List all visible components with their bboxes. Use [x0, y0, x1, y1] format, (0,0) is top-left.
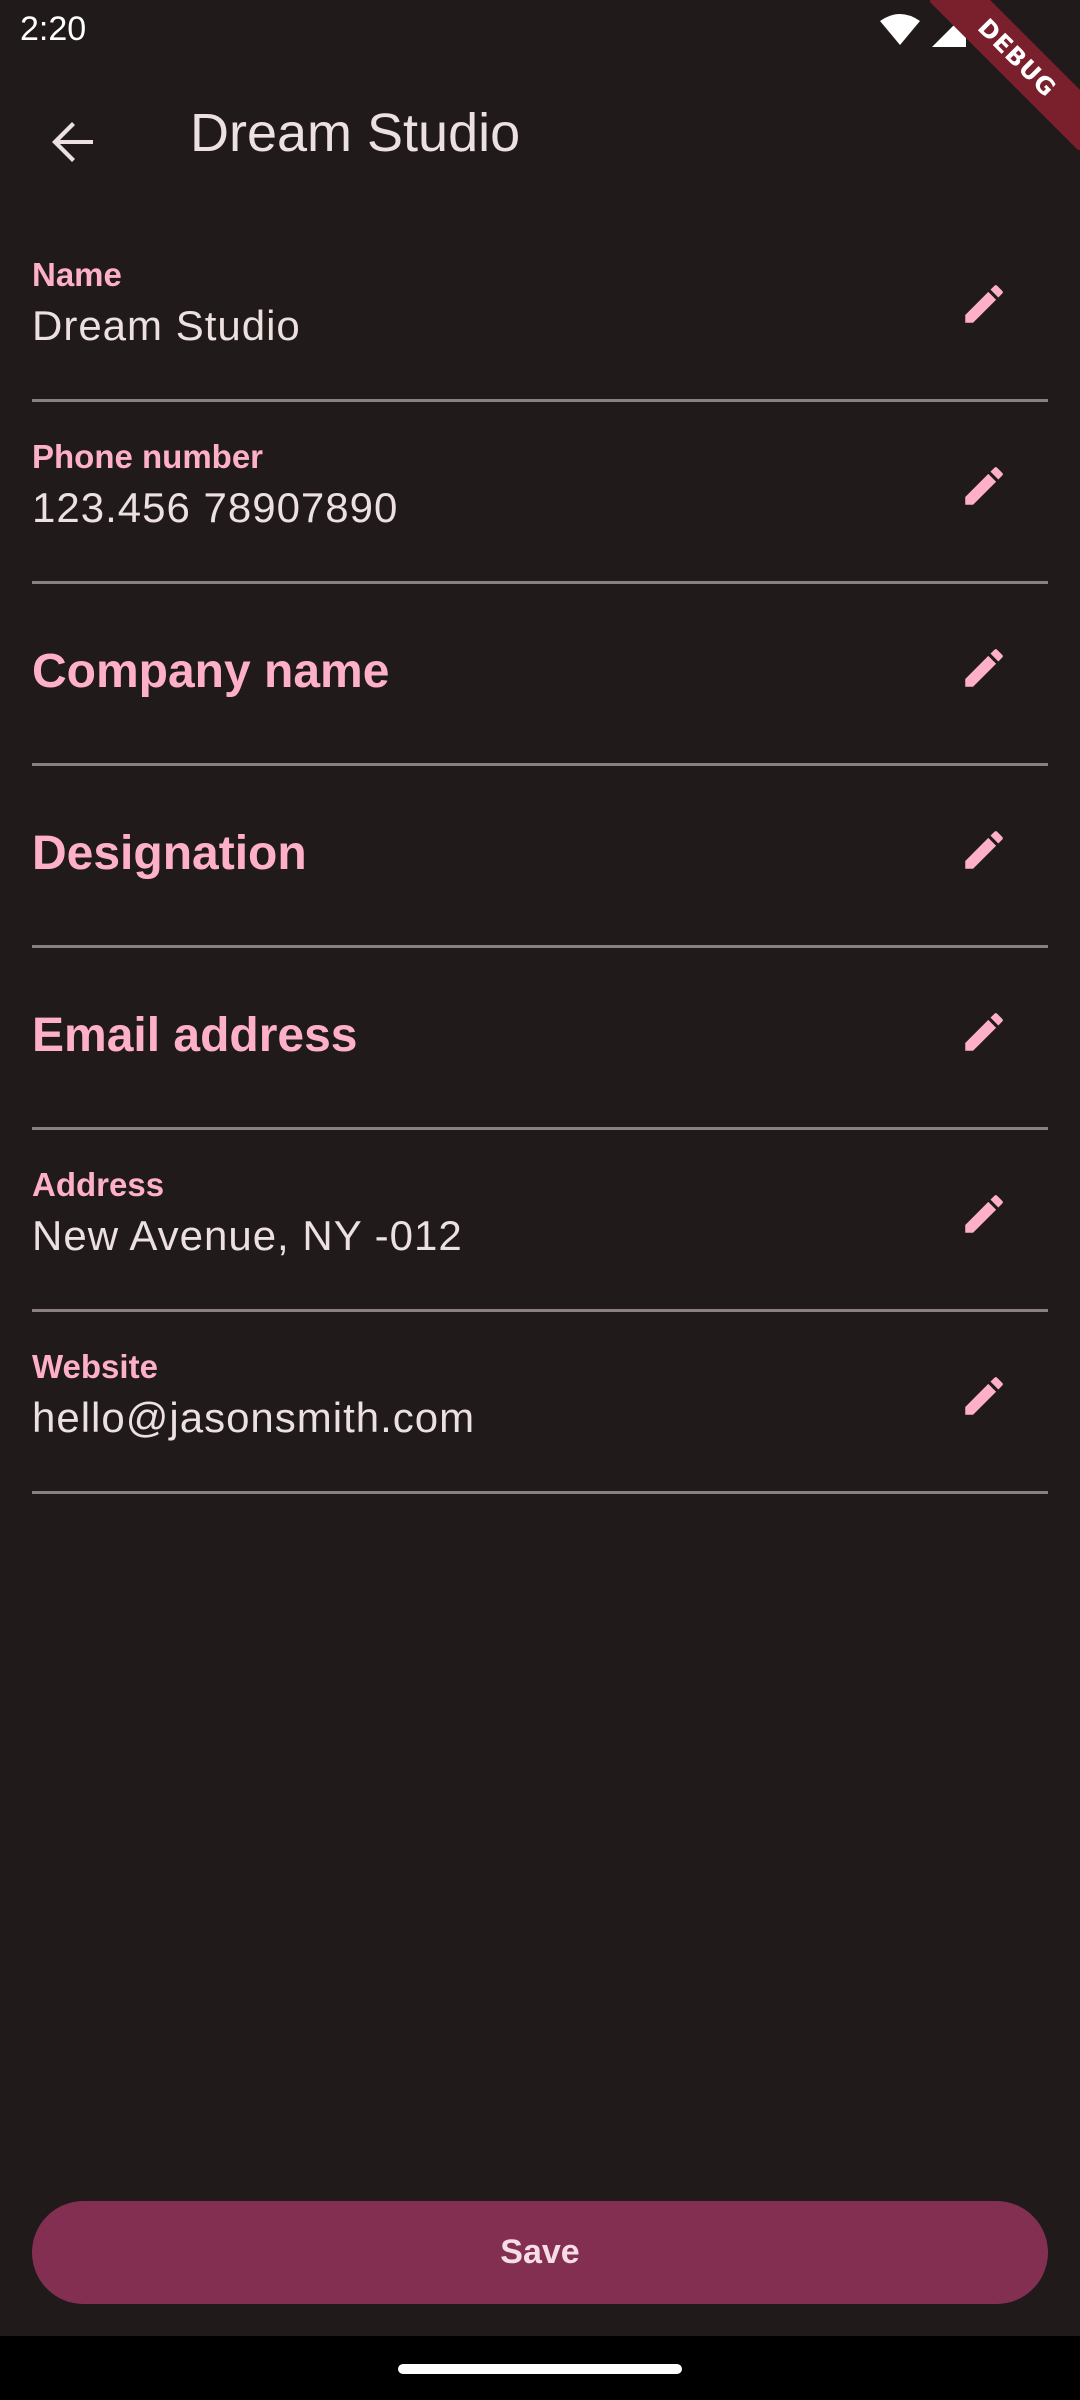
pencil-edit-icon	[959, 643, 1009, 698]
pencil-edit-icon	[959, 825, 1009, 880]
field-email-address[interactable]: Email address	[32, 950, 1048, 1130]
page-title: Dream Studio	[190, 103, 521, 163]
field-address[interactable]: Address New Avenue, NY -012	[32, 1132, 1048, 1312]
field-website[interactable]: Website hello@jasonsmith.com	[32, 1314, 1048, 1494]
pencil-edit-icon	[959, 1371, 1009, 1426]
edit-address-button[interactable]	[952, 1184, 1016, 1248]
pencil-edit-icon	[959, 1189, 1009, 1244]
edit-company-name-button[interactable]	[952, 638, 1016, 702]
navigation-bar	[0, 2336, 1080, 2400]
app-bar: Dream Studio	[0, 64, 1080, 208]
screen: 2:20 DEBUG Dream Studio Name Dream Studi…	[0, 0, 1080, 2400]
back-button[interactable]	[33, 104, 113, 184]
pencil-edit-icon	[959, 1007, 1009, 1062]
save-button[interactable]: Save	[32, 2201, 1048, 2304]
field-phone-number[interactable]: Phone number 123.456 78907890	[32, 404, 1048, 584]
field-label: Email address	[32, 1009, 358, 1062]
status-bar: 2:20	[0, 0, 1080, 64]
field-label: Designation	[32, 827, 307, 880]
field-label: Company name	[32, 645, 390, 698]
wifi-icon	[880, 13, 920, 47]
field-value: Dream Studio	[32, 302, 301, 349]
pencil-edit-icon	[959, 461, 1009, 516]
pencil-edit-icon	[959, 279, 1009, 334]
field-label: Website	[32, 1348, 158, 1385]
status-time: 2:20	[20, 10, 87, 48]
edit-email-address-button[interactable]	[952, 1002, 1016, 1066]
field-designation[interactable]: Designation	[32, 768, 1048, 948]
field-label: Name	[32, 256, 122, 293]
field-value: hello@jasonsmith.com	[32, 1394, 476, 1441]
arrow-back-icon	[49, 118, 97, 171]
field-company-name[interactable]: Company name	[32, 586, 1048, 766]
field-name[interactable]: Name Dream Studio	[32, 222, 1048, 402]
field-value: 123.456 78907890	[32, 484, 399, 531]
edit-phone-number-button[interactable]	[952, 456, 1016, 520]
field-value: New Avenue, NY -012	[32, 1212, 463, 1259]
edit-name-button[interactable]	[952, 274, 1016, 338]
gesture-handle[interactable]	[398, 2364, 682, 2374]
contact-fields-list: Name Dream Studio Phone number 123.456 7…	[32, 222, 1048, 1496]
field-label: Phone number	[32, 438, 264, 475]
field-label: Address	[32, 1166, 165, 1203]
edit-designation-button[interactable]	[952, 820, 1016, 884]
edit-website-button[interactable]	[952, 1366, 1016, 1430]
